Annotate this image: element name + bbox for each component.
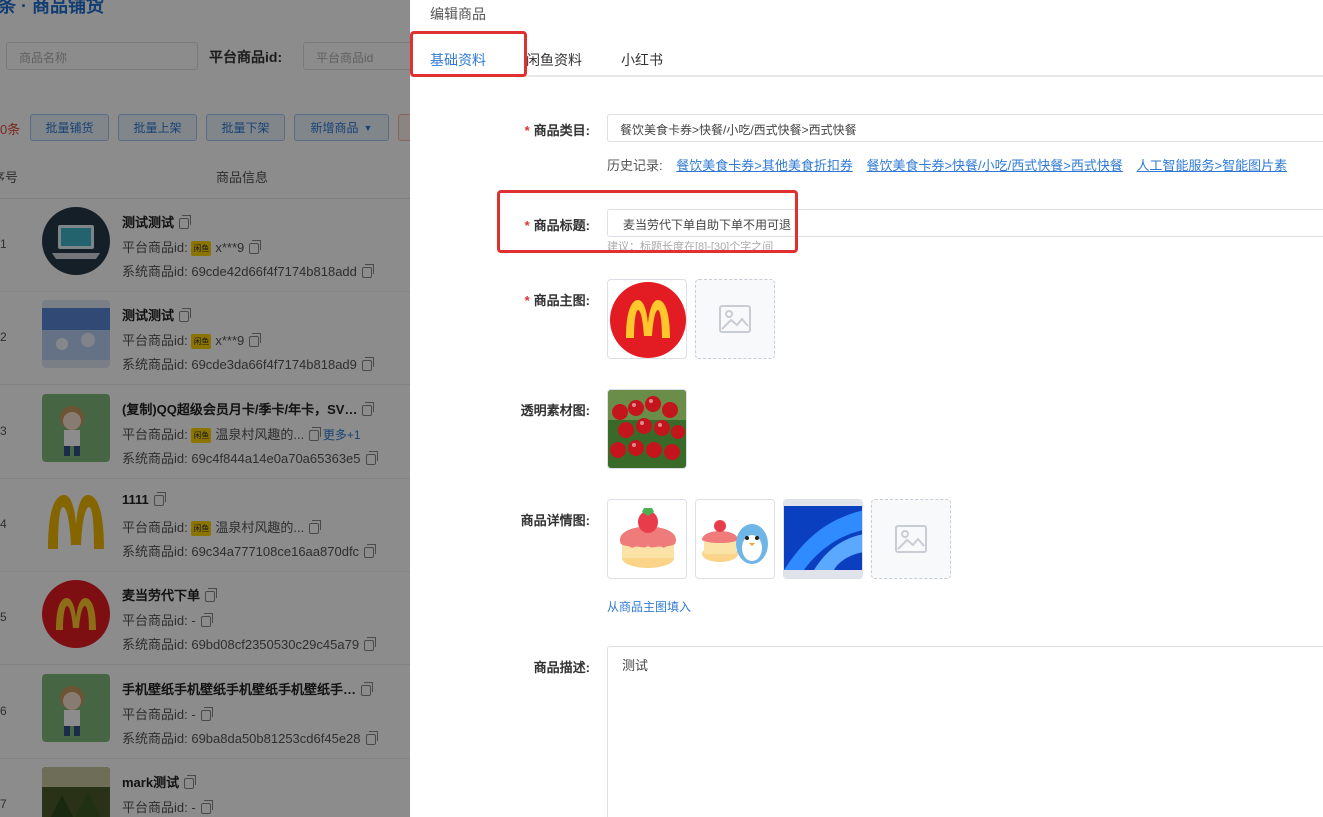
upload-detail-image[interactable]	[871, 499, 951, 579]
detail-image-3[interactable]	[783, 499, 863, 579]
tab-bar: 基础资料 闲鱼资料 小红书	[410, 40, 1323, 77]
main-image-thumb[interactable]	[607, 279, 687, 359]
cake-image	[608, 500, 686, 578]
detail-image-label: 商品详情图:	[520, 513, 590, 528]
windows-wallpaper-image	[784, 500, 862, 578]
title-input[interactable]: 麦当劳代下单自助下单不用可退	[607, 209, 1323, 237]
detail-image-1[interactable]	[607, 499, 687, 579]
image-placeholder-icon	[719, 305, 751, 333]
required-mark: *	[524, 123, 530, 138]
transparent-image-label: 透明素材图:	[520, 403, 590, 418]
tab-xianyu-info[interactable]: 闲鱼资料	[526, 50, 582, 70]
title-label: * 商品标题:	[524, 218, 590, 233]
fill-from-main-image-link[interactable]: 从商品主图填入	[607, 598, 691, 615]
description-label: 商品描述:	[533, 660, 590, 675]
tab-xiaohongshu[interactable]: 小红书	[621, 50, 663, 70]
tab-basic-info[interactable]: 基础资料	[430, 50, 486, 70]
modal-mask[interactable]	[0, 0, 410, 817]
category-label: * 商品类目:	[524, 123, 590, 138]
edit-product-drawer: 编辑商品 基础资料 闲鱼资料 小红书 * 商品类目: 餐饮美食卡券>快餐/小吃/西…	[410, 0, 1323, 817]
active-tab-indicator	[430, 75, 486, 77]
transparent-image-thumb[interactable]	[607, 389, 687, 469]
history-link-3[interactable]: 人工智能服务>智能图片素	[1137, 158, 1288, 173]
image-placeholder-icon	[895, 525, 927, 553]
cherries-image	[608, 390, 686, 468]
history-record: 历史记录: 餐饮美食卡券>其他美食折扣券 餐饮美食卡券>快餐/小吃/西式快餐>西…	[607, 155, 1287, 174]
title-hint: 建议：标题长度在[8]-[30]个字之间	[607, 241, 774, 253]
description-textarea[interactable]: 测试	[607, 646, 1323, 817]
cake-penguin-image	[696, 500, 774, 578]
history-label: 历史记录:	[607, 158, 663, 173]
history-link-2[interactable]: 餐饮美食卡券>快餐/小吃/西式快餐>西式快餐	[866, 158, 1122, 173]
detail-image-2[interactable]	[695, 499, 775, 579]
upload-main-image[interactable]	[695, 279, 775, 359]
required-mark: *	[524, 293, 530, 308]
main-image-label: * 商品主图:	[524, 293, 590, 308]
drawer-title: 编辑商品	[430, 6, 486, 22]
required-mark: *	[524, 218, 530, 233]
history-link-1[interactable]: 餐饮美食卡券>其他美食折扣券	[676, 158, 853, 173]
mcdonalds-logo-image	[610, 282, 686, 358]
category-select[interactable]: 餐饮美食卡券>快餐/小吃/西式快餐>西式快餐	[607, 114, 1323, 142]
